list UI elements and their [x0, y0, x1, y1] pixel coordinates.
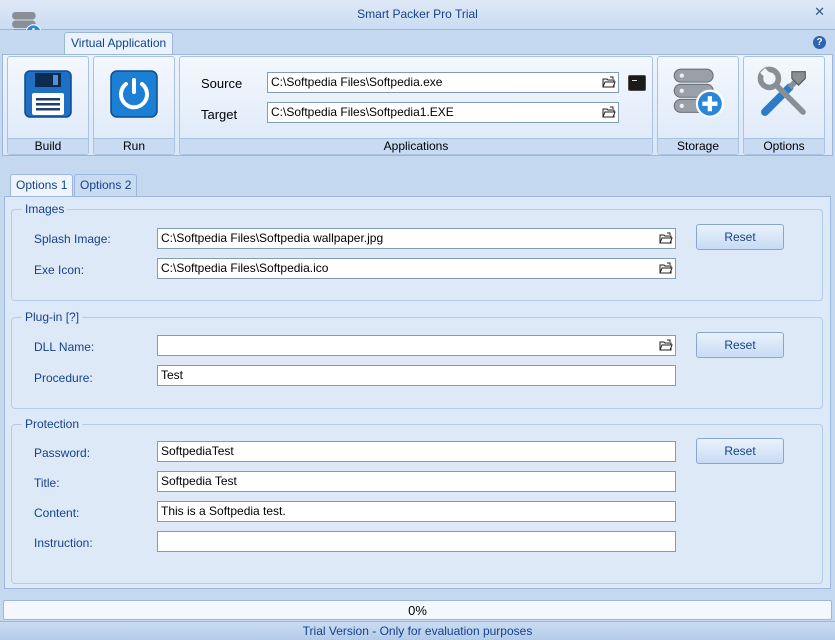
- splash-image-label: Splash Image:: [34, 232, 111, 246]
- tab-options-1[interactable]: Options 1: [10, 174, 74, 196]
- procedure-value: Test: [161, 368, 184, 382]
- tab-virtual-application[interactable]: Virtual Application: [64, 32, 174, 54]
- images-reset-button[interactable]: Reset: [696, 224, 784, 250]
- content-value: This is a Softpedia test.: [161, 504, 286, 518]
- dll-name-input[interactable]: [157, 335, 676, 356]
- content-input[interactable]: This is a Softpedia test.: [157, 501, 676, 522]
- folder-open-icon[interactable]: [602, 106, 616, 119]
- instruction-input[interactable]: [157, 531, 676, 552]
- exe-icon-input[interactable]: C:\Softpedia Files\Softpedia.ico: [157, 258, 676, 279]
- splash-image-value: C:\Softpedia Files\Softpedia wallpaper.j…: [161, 231, 384, 245]
- exe-icon-label: Exe Icon:: [34, 263, 85, 277]
- folder-open-icon[interactable]: [602, 76, 616, 89]
- plugin-group: Plug-in [?] DLL Name: Procedure: Test Re…: [11, 310, 823, 409]
- images-legend: Images: [22, 202, 68, 216]
- tab-options-2[interactable]: Options 2: [74, 174, 138, 196]
- progress-bar: 0%: [3, 600, 832, 620]
- protection-legend: Protection: [22, 417, 83, 431]
- progress-text: 0%: [408, 603, 427, 618]
- help-icon[interactable]: ?: [813, 36, 826, 49]
- status-bar: Trial Version - Only for evaluation purp…: [0, 621, 835, 640]
- target-input[interactable]: C:\Softpedia Files\Softpedia1.EXE: [267, 102, 619, 123]
- protection-reset-button[interactable]: Reset: [696, 438, 784, 464]
- images-group: Images Splash Image: C:\Softpedia Files\…: [11, 202, 823, 301]
- build-button[interactable]: Build: [7, 56, 89, 155]
- plugin-legend: Plug-in [?]: [22, 310, 83, 324]
- instruction-label: Instruction:: [34, 536, 93, 550]
- folder-open-icon[interactable]: [659, 339, 673, 352]
- password-label: Password:: [34, 446, 91, 460]
- title-value: Softpedia Test: [161, 474, 237, 488]
- close-button[interactable]: ✕: [814, 4, 825, 20]
- ribbon-tabstrip: Virtual Application ?: [0, 30, 835, 54]
- power-icon: [110, 70, 158, 118]
- folder-open-icon[interactable]: [659, 232, 673, 245]
- run-button[interactable]: Run: [93, 56, 175, 155]
- protection-group: Protection Password: SoftpediaTest Title…: [11, 417, 823, 584]
- target-value: C:\Softpedia Files\Softpedia1.EXE: [271, 105, 454, 119]
- title-input[interactable]: Softpedia Test: [157, 471, 676, 492]
- dll-name-label: DLL Name:: [34, 340, 95, 354]
- plugin-reset-button[interactable]: Reset: [696, 332, 784, 358]
- splash-image-input[interactable]: C:\Softpedia Files\Softpedia wallpaper.j…: [157, 228, 676, 249]
- window-title: Smart Packer Pro Trial: [357, 7, 478, 21]
- target-label: Target: [201, 107, 238, 122]
- storage-button[interactable]: Storage: [657, 56, 739, 155]
- procedure-input[interactable]: Test: [157, 365, 676, 386]
- source-label: Source: [201, 76, 243, 91]
- password-input[interactable]: SoftpediaTest: [157, 441, 676, 462]
- title-bar: Smart Packer Pro Trial ✕: [0, 0, 835, 41]
- options-label: Options: [744, 138, 824, 154]
- command-prompt-icon[interactable]: [628, 75, 646, 91]
- run-label: Run: [94, 138, 174, 154]
- source-value: C:\Softpedia Files\Softpedia.exe: [271, 75, 443, 89]
- exe-icon-value: C:\Softpedia Files\Softpedia.ico: [161, 261, 329, 275]
- options-button[interactable]: Options: [743, 56, 825, 155]
- source-input[interactable]: C:\Softpedia Files\Softpedia.exe: [267, 72, 619, 93]
- applications-label: Applications: [180, 138, 652, 154]
- storage-label: Storage: [658, 138, 738, 154]
- ribbon: Build Run Source C:\Softpedia Files\Soft…: [2, 54, 833, 156]
- build-label: Build: [8, 138, 88, 154]
- options-panel: Images Splash Image: C:\Softpedia Files\…: [4, 196, 831, 589]
- storage-add-icon: [673, 68, 724, 118]
- floppy-disk-icon: [24, 70, 72, 118]
- password-value: SoftpediaTest: [161, 444, 234, 458]
- title-label: Title:: [34, 476, 60, 490]
- tools-icon: [757, 66, 806, 116]
- applications-group: Source C:\Softpedia Files\Softpedia.exe …: [179, 56, 653, 155]
- content-label: Content:: [34, 506, 80, 520]
- procedure-label: Procedure:: [34, 371, 93, 385]
- folder-open-icon[interactable]: [659, 262, 673, 275]
